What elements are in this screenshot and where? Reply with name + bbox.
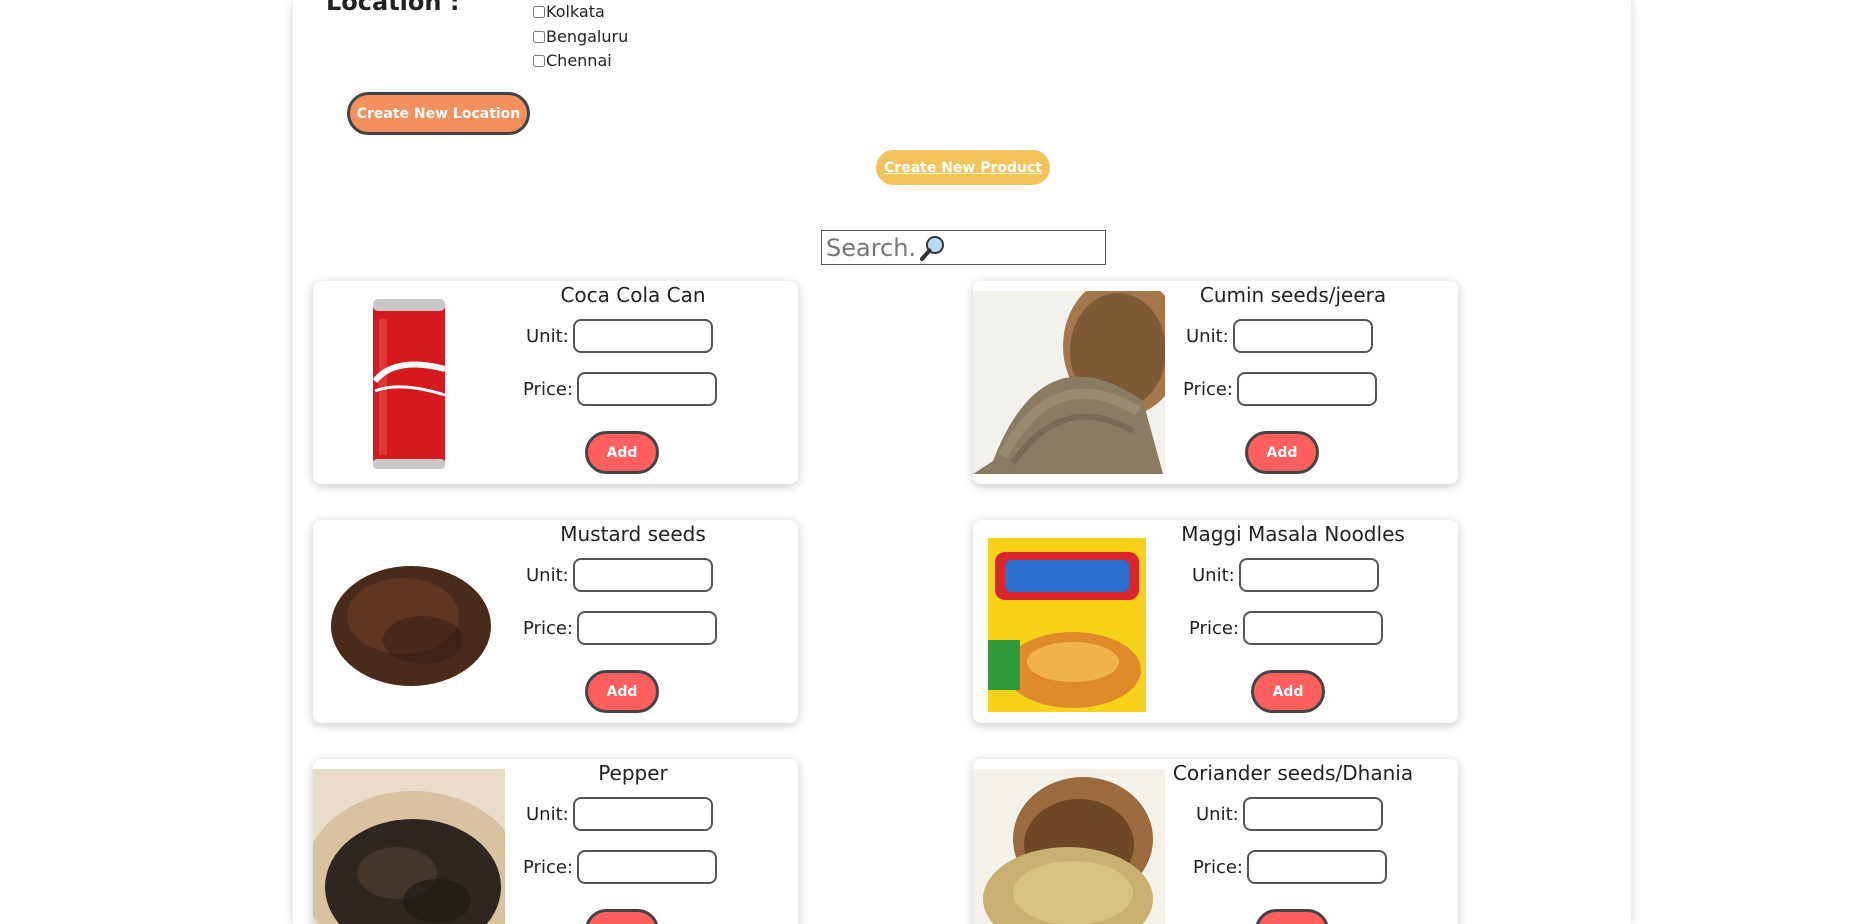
location-option-label: Kolkata (546, 2, 605, 22)
product-name: Mustard seeds (560, 522, 706, 546)
price-input[interactable] (576, 372, 717, 406)
unit-row: Unit: (1196, 797, 1383, 831)
add-button[interactable]: Add (585, 670, 659, 713)
product-name: Cumin seeds/jeera (1199, 283, 1387, 307)
unit-label: Unit: (1196, 803, 1239, 825)
product-image-maggi-noodles (973, 530, 1165, 713)
location-option-label: Bengaluru (546, 26, 629, 46)
create-location-button[interactable]: Create New Location (347, 92, 530, 135)
product-card: Coriander seeds/Dhania Unit: Price: Add (973, 759, 1458, 924)
unit-label: Unit: (1186, 325, 1229, 347)
product-image-cumin-seeds (973, 291, 1165, 474)
product-name: Coca Cola Can (560, 283, 706, 307)
search-icon (918, 233, 948, 263)
price-label: Price: (523, 378, 573, 400)
price-row: Price: (1193, 850, 1387, 884)
price-row: Price: (1189, 611, 1383, 645)
product-image-coriander-seeds (973, 769, 1165, 924)
product-card: Coca Cola Can Unit: Price: Add (313, 281, 798, 484)
unit-input[interactable] (1242, 797, 1383, 831)
unit-label: Unit: (1192, 564, 1235, 586)
unit-input[interactable] (1238, 558, 1379, 592)
price-row: Price: (523, 372, 717, 406)
location-option-chennai[interactable]: Chennai (533, 49, 628, 74)
product-image-pepper (313, 769, 505, 924)
price-row: Price: (1183, 372, 1377, 406)
product-card: Cumin seeds/jeera Unit: Price: Add (973, 281, 1458, 484)
location-label: Location : (326, 0, 460, 16)
unit-input[interactable] (1232, 319, 1373, 353)
price-input[interactable] (576, 611, 717, 645)
unit-label: Unit: (526, 325, 569, 347)
product-name: Pepper (598, 761, 668, 785)
search-input[interactable] (826, 233, 918, 262)
price-label: Price: (1183, 378, 1233, 400)
price-label: Price: (1193, 856, 1243, 878)
price-input[interactable] (1246, 850, 1387, 884)
add-button[interactable]: Add (585, 431, 659, 474)
add-button[interactable]: Add (1251, 670, 1325, 713)
unit-input[interactable] (572, 558, 713, 592)
price-row: Price: (523, 611, 717, 645)
create-product-button[interactable]: Create New Product (876, 150, 1050, 185)
price-label: Price: (523, 856, 573, 878)
search-box[interactable] (821, 230, 1106, 265)
price-input[interactable] (576, 850, 717, 884)
price-input[interactable] (1242, 611, 1383, 645)
unit-input[interactable] (572, 319, 713, 353)
main-panel: Location : Kolkata Bengaluru Chennai Cre… (293, 0, 1631, 924)
product-card: Mustard seeds Unit: Price: Add (313, 520, 798, 723)
unit-row: Unit: (1192, 558, 1379, 592)
add-button[interactable]: Add (1255, 909, 1329, 924)
location-option-label: Chennai (546, 51, 612, 71)
unit-label: Unit: (526, 564, 569, 586)
price-label: Price: (1189, 617, 1239, 639)
unit-row: Unit: (526, 319, 713, 353)
location-checkbox[interactable] (533, 6, 545, 19)
product-name: Coriander seeds/Dhania (1172, 761, 1414, 785)
price-label: Price: (523, 617, 573, 639)
price-input[interactable] (1236, 372, 1377, 406)
product-name: Maggi Masala Noodles (1181, 522, 1405, 546)
product-image-mustard-seeds (313, 530, 505, 713)
location-checkbox[interactable] (533, 55, 545, 68)
product-card: Pepper Unit: Price: Add (313, 759, 798, 924)
location-checkbox[interactable] (533, 30, 545, 43)
unit-input[interactable] (572, 797, 713, 831)
product-card: Maggi Masala Noodles Unit: Price: Add (973, 520, 1458, 723)
add-button[interactable]: Add (585, 909, 659, 924)
location-option-kolkata[interactable]: Kolkata (533, 0, 628, 25)
add-button[interactable]: Add (1245, 431, 1319, 474)
unit-row: Unit: (526, 558, 713, 592)
unit-label: Unit: (526, 803, 569, 825)
unit-row: Unit: (1186, 319, 1373, 353)
location-option-bengaluru[interactable]: Bengaluru (533, 25, 628, 50)
price-row: Price: (523, 850, 717, 884)
product-image-coca-cola-can (313, 291, 505, 474)
location-list: Kolkata Bengaluru Chennai (533, 0, 628, 74)
unit-row: Unit: (526, 797, 713, 831)
